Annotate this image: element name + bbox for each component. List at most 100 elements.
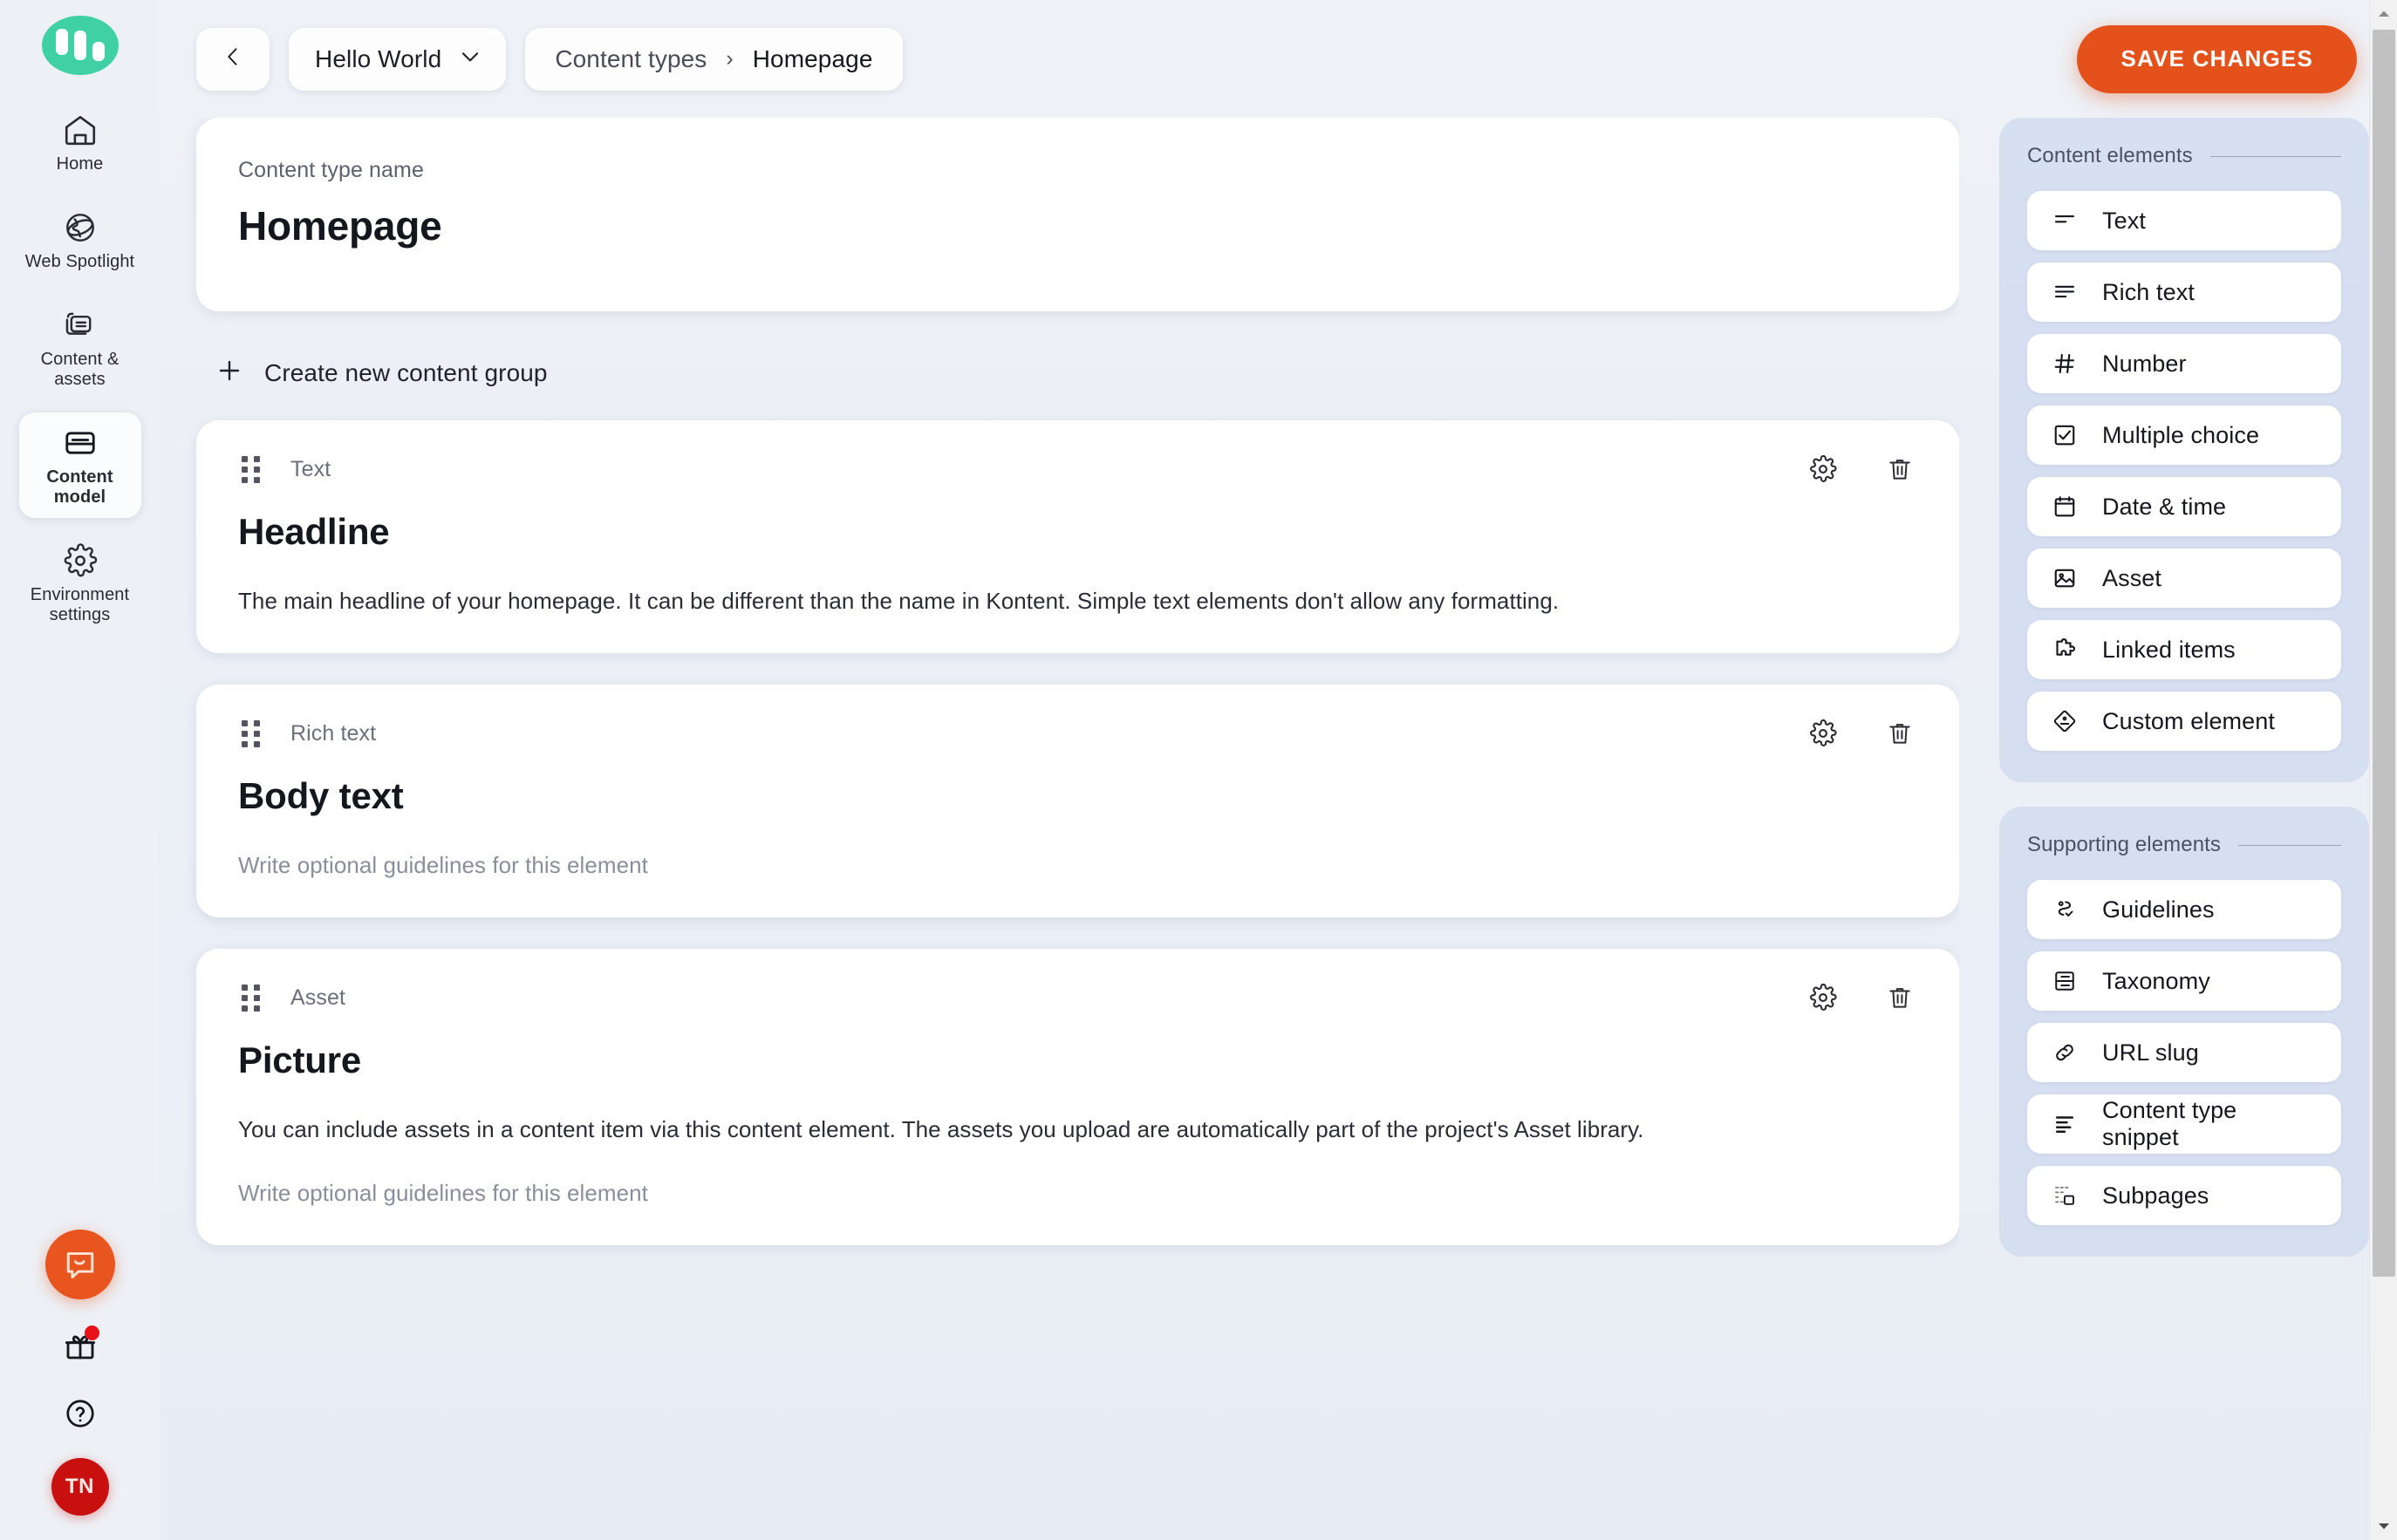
back-button[interactable] xyxy=(196,27,270,91)
supporting-elements-header: Supporting elements xyxy=(2027,833,2341,857)
question-circle-icon[interactable] xyxy=(60,1393,100,1434)
element-title[interactable]: Headline xyxy=(238,511,1917,553)
kontent-ai-logo[interactable] xyxy=(41,16,119,75)
palette-item-label: Text xyxy=(2102,207,2146,234)
palette-item-label: Linked items xyxy=(2102,636,2236,663)
element-guideline[interactable]: The main headline of your homepage. It c… xyxy=(238,586,1917,617)
element-description[interactable]: You can include assets in a content item… xyxy=(238,1114,1917,1145)
page-scrollbar[interactable] xyxy=(2369,0,2397,1540)
scroll-down-arrow-icon[interactable] xyxy=(2370,1512,2397,1540)
palette-item-custom-element[interactable]: Custom element xyxy=(2027,692,2341,751)
palette-item-label: Date & time xyxy=(2102,493,2227,520)
sidebar-bottom-actions: TN xyxy=(0,1230,160,1516)
breadcrumb-parent[interactable]: Content types xyxy=(555,45,707,73)
globe-icon xyxy=(61,209,99,246)
divider xyxy=(2209,155,2341,157)
element-card-actions xyxy=(1806,980,1917,1015)
palette-item-label: Guidelines xyxy=(2102,896,2215,923)
palette-item-label: Asset xyxy=(2102,564,2162,591)
sidebar-item-home[interactable]: Home xyxy=(19,99,141,185)
palette-item-number[interactable]: Number xyxy=(2027,334,2341,393)
palette-item-subpages[interactable]: Subpages xyxy=(2027,1166,2341,1225)
palette-item-text[interactable]: Text xyxy=(2027,191,2341,250)
sidebar-item-label: Content & assets xyxy=(40,350,120,389)
element-type-label: Asset xyxy=(290,985,346,1010)
palette-item-label: Content type snippet xyxy=(2102,1097,2237,1150)
palette-item-taxonomy[interactable]: Taxonomy xyxy=(2027,951,2341,1011)
palette-item-asset[interactable]: Asset xyxy=(2027,549,2341,608)
palette-item-label: Rich text xyxy=(2102,278,2195,305)
content-elements-heading: Content elements xyxy=(2027,144,2193,167)
element-guideline-placeholder[interactable]: Write optional guidelines for this eleme… xyxy=(238,850,1917,881)
card-icon xyxy=(61,425,99,461)
chat-bubble-icon[interactable] xyxy=(44,1230,115,1299)
trash-icon[interactable] xyxy=(1882,452,1917,487)
avatar[interactable]: TN xyxy=(51,1458,109,1516)
palette-item-content-type-snippet[interactable]: Content type snippet xyxy=(2027,1094,2341,1154)
drag-handle-icon[interactable] xyxy=(242,720,264,748)
gear-icon[interactable] xyxy=(1806,452,1840,487)
scrollbar-thumb[interactable] xyxy=(2373,30,2395,1277)
element-palette-rail: Content elements Text Rich text Number M… xyxy=(1959,118,2369,1540)
content-elements-header: Content elements xyxy=(2027,144,2341,168)
element-card[interactable]: Text Headline The main headline of your … xyxy=(196,420,1959,654)
create-new-content-group-button[interactable]: Create new content group xyxy=(215,357,548,389)
save-changes-button[interactable]: SAVE CHANGES xyxy=(2077,24,2357,93)
gear-icon xyxy=(61,542,99,579)
palette-item-date-time[interactable]: Date & time xyxy=(2027,477,2341,536)
element-card-header: Asset xyxy=(238,980,1917,1015)
trash-icon[interactable] xyxy=(1882,980,1917,1015)
sidebar-item-web-spotlight[interactable]: Web Spotlight xyxy=(19,197,141,283)
gear-icon[interactable] xyxy=(1806,980,1840,1015)
chevron-left-icon xyxy=(221,44,245,73)
plus-icon xyxy=(215,357,243,389)
drag-handle-icon[interactable] xyxy=(242,456,264,483)
environment-name: Hello World xyxy=(315,44,442,72)
home-icon xyxy=(61,112,99,148)
sidebar-item-label: Home xyxy=(56,154,104,174)
rich-text-icon xyxy=(2050,277,2079,307)
element-card-actions xyxy=(1806,452,1917,487)
element-card-actions xyxy=(1806,716,1917,751)
calendar-icon xyxy=(2050,492,2079,521)
palette-item-multiple-choice[interactable]: Multiple choice xyxy=(2027,405,2341,465)
element-guideline-placeholder[interactable]: Write optional guidelines for this eleme… xyxy=(238,1178,1917,1209)
content-type-name-label: Content type name xyxy=(238,158,424,182)
sidebar-item-environment-settings[interactable]: Environment settings xyxy=(19,530,141,636)
text-lines-icon xyxy=(2050,206,2079,235)
element-title[interactable]: Body text xyxy=(238,775,1917,817)
gear-icon[interactable] xyxy=(1806,716,1840,751)
drag-handle-icon[interactable] xyxy=(242,985,264,1012)
palette-item-linked-items[interactable]: Linked items xyxy=(2027,620,2341,679)
palette-item-url-slug[interactable]: URL slug xyxy=(2027,1023,2341,1082)
supporting-elements-heading: Supporting elements xyxy=(2027,833,2222,856)
gift-icon[interactable] xyxy=(58,1324,103,1369)
custom-element-icon xyxy=(2050,706,2079,736)
palette-item-label: Number xyxy=(2102,350,2187,377)
content-type-editor: Content type name Homepage Create new co… xyxy=(160,118,1959,1540)
sidebar-item-content-model[interactable]: Content model xyxy=(18,412,141,518)
element-card-header: Text xyxy=(238,452,1917,487)
chevron-down-icon xyxy=(457,44,483,74)
sidebar-item-label: Content model xyxy=(46,467,113,507)
element-title[interactable]: Picture xyxy=(238,1039,1917,1081)
environment-selector[interactable]: Hello World xyxy=(289,27,507,91)
content-type-name-value[interactable]: Homepage xyxy=(238,202,1917,249)
breadcrumb[interactable]: Content types › Homepage xyxy=(525,27,903,91)
taxonomy-icon xyxy=(2050,966,2079,996)
snippet-icon xyxy=(2050,1109,2079,1139)
palette-item-label: Custom element xyxy=(2102,707,2275,734)
palette-item-label: Multiple choice xyxy=(2102,421,2260,448)
trash-icon[interactable] xyxy=(1882,716,1917,751)
puzzle-icon xyxy=(2050,635,2079,664)
element-card[interactable]: Rich text Body text Write optional guide… xyxy=(196,685,1959,918)
chevron-right-icon: › xyxy=(726,46,734,71)
scroll-up-arrow-icon[interactable] xyxy=(2370,0,2397,28)
palette-item-guidelines[interactable]: Guidelines xyxy=(2027,880,2341,939)
palette-item-rich-text[interactable]: Rich text xyxy=(2027,262,2341,322)
guidelines-icon xyxy=(2050,895,2079,924)
content-elements-panel: Content elements Text Rich text Number M… xyxy=(1999,118,2369,782)
element-card[interactable]: Asset Picture You can include assets in … xyxy=(196,949,1959,1246)
image-icon xyxy=(2050,563,2079,593)
sidebar-item-content-assets[interactable]: Content & assets xyxy=(19,295,141,400)
